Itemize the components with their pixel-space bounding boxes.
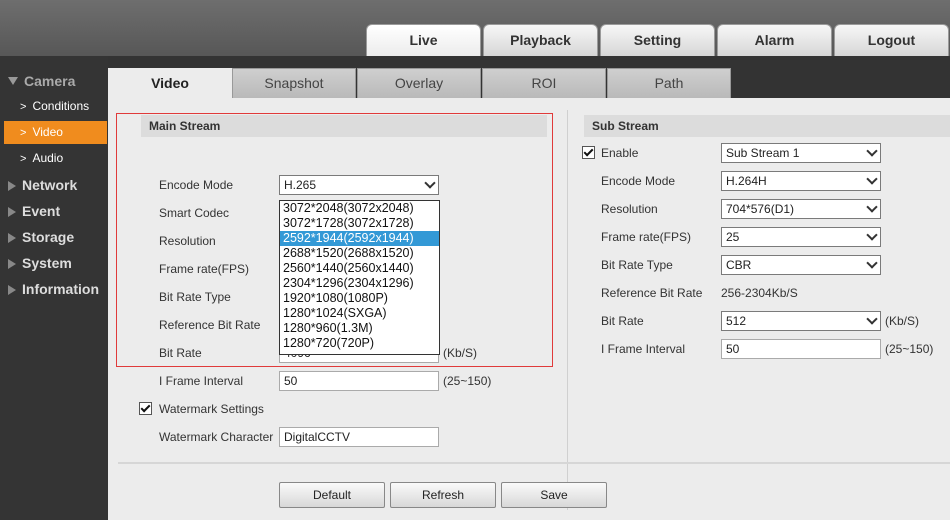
tab-alarm[interactable]: Alarm <box>717 24 832 56</box>
sub-i-frame-interval-input[interactable]: 50 <box>721 339 881 359</box>
sidebar-item-conditions[interactable]: > Conditions <box>4 95 107 118</box>
sub-stream-header: Sub Stream <box>584 115 950 137</box>
chevron-down-icon <box>866 313 878 325</box>
sub-bit-rate-select[interactable]: 512 <box>721 311 881 331</box>
enable-checkbox[interactable] <box>582 146 595 159</box>
sub-bit-rate-unit: (Kb/S) <box>885 314 920 328</box>
chevron-down-icon <box>866 257 878 269</box>
sidebar-item-label: Conditions <box>32 99 90 113</box>
sub-bit-rate-type-label: Bit Rate Type <box>601 258 673 272</box>
select-value: CBR <box>726 258 752 272</box>
select-value: Sub Stream 1 <box>726 146 800 160</box>
watermark-character-label: Watermark Character <box>159 430 274 444</box>
enable-label: Enable <box>601 146 639 160</box>
default-button[interactable]: Default <box>279 482 385 508</box>
triangle-right-icon <box>8 259 16 269</box>
select-value: H.264H <box>726 174 767 188</box>
sub-reference-bit-rate-value: 256-2304Kb/S <box>721 286 798 300</box>
sub-resolution-select[interactable]: 704*576(D1) <box>721 199 881 219</box>
subtab-video[interactable]: Video <box>108 68 232 98</box>
chevron-right-icon: > <box>20 153 27 165</box>
sub-bit-rate-type-select[interactable]: CBR <box>721 255 881 275</box>
subtab-snapshot[interactable]: Snapshot <box>232 68 356 98</box>
triangle-down-icon <box>8 77 18 85</box>
triangle-right-icon <box>8 285 16 295</box>
save-button[interactable]: Save <box>501 482 607 508</box>
sub-reference-bit-rate-label: Reference Bit Rate <box>601 286 703 300</box>
tab-logout[interactable]: Logout <box>834 24 949 56</box>
chevron-down-icon <box>866 173 878 185</box>
sub-resolution-label: Resolution <box>601 202 658 216</box>
sidebar-item-label: Information <box>22 281 99 297</box>
sub-encode-mode-select[interactable]: H.264H <box>721 171 881 191</box>
column-divider <box>567 110 568 510</box>
subtab-roi[interactable]: ROI <box>482 68 606 98</box>
chevron-down-icon <box>866 145 878 157</box>
sub-frame-rate-select[interactable]: 25 <box>721 227 881 247</box>
chevron-right-icon: > <box>20 127 27 139</box>
tab-live[interactable]: Live <box>366 24 481 56</box>
subtab-path[interactable]: Path <box>607 68 731 98</box>
watermark-settings-label: Watermark Settings <box>159 402 264 416</box>
i-frame-interval-range: (25~150) <box>443 374 492 388</box>
sub-i-frame-interval-label: I Frame Interval <box>601 342 686 356</box>
i-frame-interval-input[interactable]: 50 <box>279 371 439 391</box>
sidebar-item-network[interactable]: Network <box>8 177 77 193</box>
sidebar-item-label: Audio <box>32 151 64 165</box>
i-frame-interval-label: I Frame Interval <box>159 374 244 388</box>
sub-i-frame-interval-range: (25~150) <box>885 342 934 356</box>
sidebar-item-label: System <box>22 255 72 271</box>
sidebar-item-label: Camera <box>24 73 76 89</box>
select-value: 704*576(D1) <box>726 202 795 216</box>
sub-bit-rate-label: Bit Rate <box>601 314 644 328</box>
chevron-down-icon <box>866 201 878 213</box>
highlight-box <box>116 113 553 367</box>
select-value: 25 <box>726 230 740 244</box>
sidebar-item-label: Video <box>32 125 63 139</box>
refresh-button[interactable]: Refresh <box>390 482 496 508</box>
select-value: 512 <box>726 314 747 328</box>
sidebar-item-system[interactable]: System <box>8 255 72 271</box>
sidebar-item-audio[interactable]: > Audio <box>4 147 107 170</box>
tab-setting[interactable]: Setting <box>600 24 715 56</box>
sidebar-item-information[interactable]: Information <box>8 281 99 297</box>
section-separator <box>118 462 950 464</box>
checkmark-icon <box>140 402 151 413</box>
sidebar-item-camera[interactable]: Camera <box>8 73 75 89</box>
sidebar-item-storage[interactable]: Storage <box>8 229 74 245</box>
subtab-overlay[interactable]: Overlay <box>357 68 481 98</box>
watermark-settings-checkbox[interactable] <box>139 402 152 415</box>
sidebar-item-video[interactable]: > Video <box>4 121 107 144</box>
sub-encode-mode-label: Encode Mode <box>601 174 676 188</box>
sub-frame-rate-label: Frame rate(FPS) <box>601 230 692 244</box>
triangle-right-icon <box>8 233 16 243</box>
sidebar-item-label: Storage <box>22 229 75 245</box>
triangle-right-icon <box>8 181 16 191</box>
sidebar-item-label: Event <box>22 203 61 219</box>
tab-playback[interactable]: Playback <box>483 24 598 56</box>
sidebar-item-event[interactable]: Event <box>8 203 60 219</box>
triangle-right-icon <box>8 207 16 217</box>
chevron-right-icon: > <box>20 101 27 113</box>
sub-stream-select[interactable]: Sub Stream 1 <box>721 143 881 163</box>
chevron-down-icon <box>866 229 878 241</box>
watermark-character-input[interactable]: DigitalCCTV <box>279 427 439 447</box>
sidebar-item-label: Network <box>22 177 78 193</box>
checkmark-icon <box>583 146 594 157</box>
